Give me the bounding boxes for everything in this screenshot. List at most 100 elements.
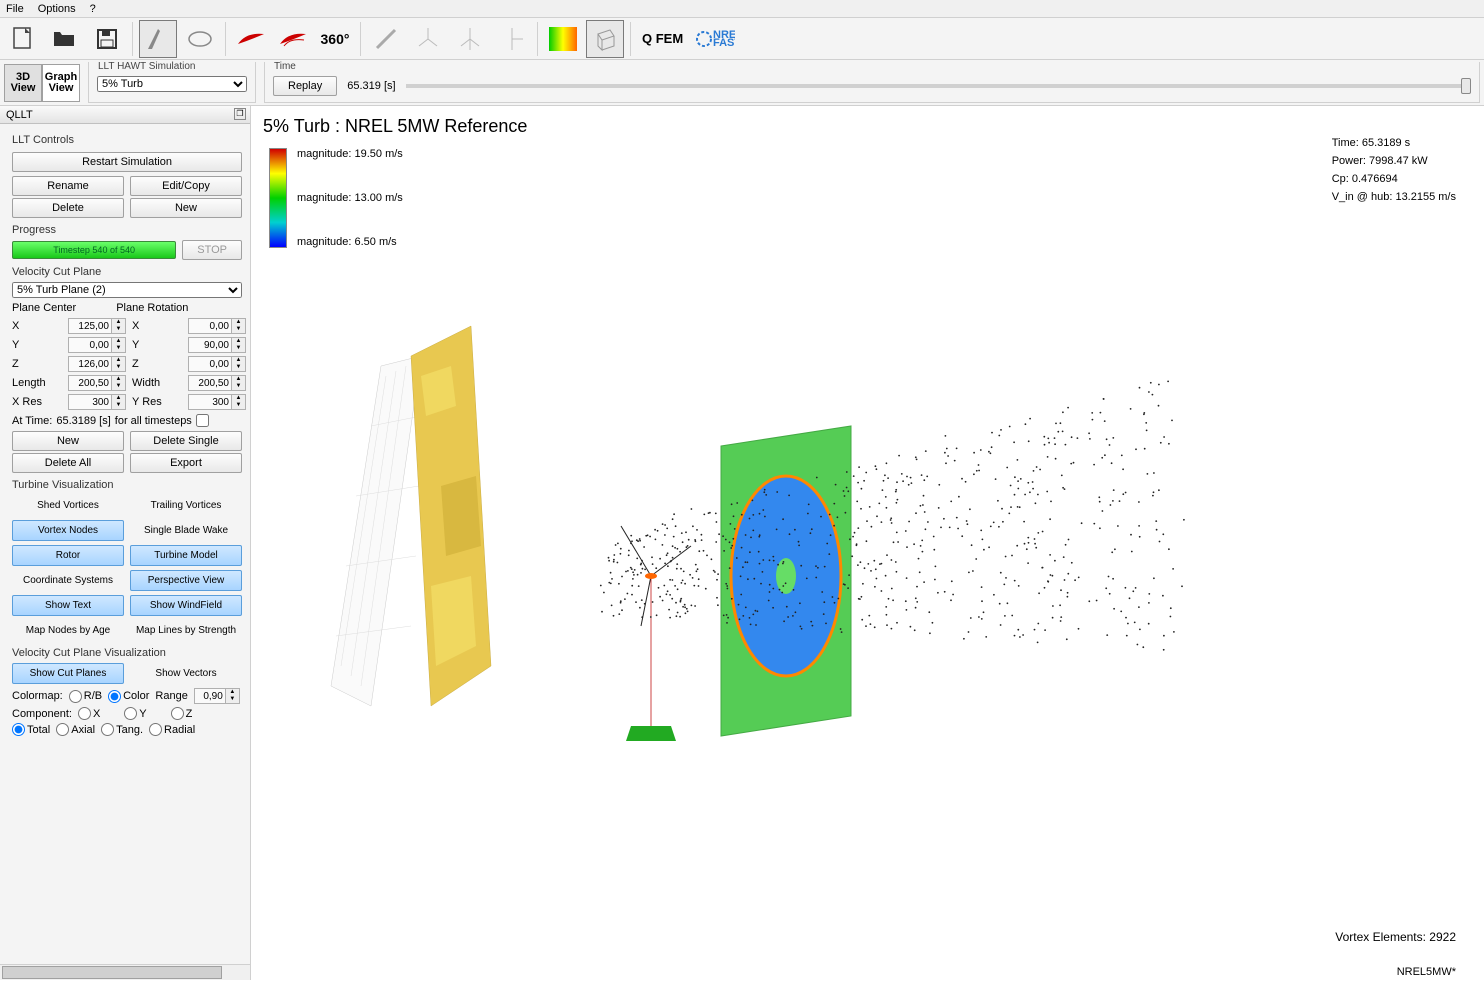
at-time-value: 65.3189 [s]: [56, 415, 110, 427]
nrel-fast-icon[interactable]: NRELFAST: [692, 20, 738, 58]
stop-button[interactable]: STOP: [182, 240, 242, 260]
component-label: Component:: [12, 708, 72, 720]
velocity-cut-plane-label: Velocity Cut Plane: [12, 266, 242, 278]
xres-input[interactable]: [68, 394, 112, 410]
magnitude-high: magnitude: 19.50 m/s: [297, 148, 403, 160]
rotor-toggle[interactable]: Rotor: [12, 545, 124, 566]
shed-vortices-toggle[interactable]: Shed Vortices: [12, 495, 124, 516]
map-lines-strength-toggle[interactable]: Map Lines by Strength: [130, 620, 242, 641]
polar-red-icon[interactable]: [232, 20, 270, 58]
time-slider[interactable]: [406, 84, 1471, 88]
blade-icon[interactable]: [139, 20, 177, 58]
save-icon[interactable]: [88, 20, 126, 58]
viewport-3d[interactable]: 5% Turb : NREL 5MW Reference magnitude: …: [251, 106, 1484, 980]
time-slider-thumb[interactable]: [1461, 78, 1471, 94]
turbine-a-icon[interactable]: [409, 20, 447, 58]
show-vectors-toggle[interactable]: Show Vectors: [130, 663, 242, 684]
colormap-label: Colormap:: [12, 690, 63, 702]
turbine-vis-label: Turbine Visualization: [12, 479, 242, 491]
delete-button[interactable]: Delete: [12, 198, 124, 218]
rot-z-input[interactable]: [188, 356, 232, 372]
restart-simulation-button[interactable]: Restart Simulation: [12, 152, 242, 172]
rot-x-input[interactable]: [188, 318, 232, 334]
turbine-model-toggle[interactable]: Turbine Model: [130, 545, 242, 566]
show-text-toggle[interactable]: Show Text: [12, 595, 124, 616]
component-y-radio[interactable]: [124, 707, 137, 720]
scene-3d: [291, 286, 1191, 786]
polar-red2-icon[interactable]: [274, 20, 312, 58]
view-graph-button[interactable]: GraphView: [42, 64, 80, 102]
menu-options[interactable]: Options: [38, 3, 76, 15]
plane-rotation-label: Plane Rotation: [116, 302, 188, 314]
color-gradient: [269, 148, 287, 248]
open-folder-icon[interactable]: [46, 20, 84, 58]
length-input[interactable]: [68, 375, 112, 391]
colormap-color-radio[interactable]: [108, 690, 121, 703]
component-tang-radio[interactable]: [101, 723, 114, 736]
rename-button[interactable]: Rename: [12, 176, 124, 196]
main-toolbar: 360° Q FEM NRELFAST: [0, 18, 1484, 60]
component-axial-radio[interactable]: [56, 723, 69, 736]
magnitude-low: magnitude: 6.50 m/s: [297, 236, 403, 248]
menu-file[interactable]: File: [6, 3, 24, 15]
colormap-rb-radio[interactable]: [69, 690, 82, 703]
dock-restore-icon[interactable]: ❐: [234, 108, 246, 120]
center-x-input[interactable]: [68, 318, 112, 334]
edit-copy-button[interactable]: Edit/Copy: [130, 176, 242, 196]
view-3d-button[interactable]: 3DView: [4, 64, 42, 102]
rotor-pencil-icon[interactable]: [367, 20, 405, 58]
new-button[interactable]: New: [130, 198, 242, 218]
coordinate-systems-toggle[interactable]: Coordinate Systems: [12, 570, 124, 591]
component-radial-radio[interactable]: [149, 723, 162, 736]
map-nodes-age-toggle[interactable]: Map Nodes by Age: [12, 620, 124, 641]
component-z-radio[interactable]: [171, 707, 184, 720]
simulation-select[interactable]: 5% Turb: [97, 76, 247, 92]
all-timesteps-checkbox[interactable]: [196, 414, 209, 427]
component-total-radio[interactable]: [12, 723, 25, 736]
simulation-group: LLT HAWT Simulation 5% Turb: [88, 62, 256, 103]
stat-time: Time: 65.3189 s: [1332, 134, 1456, 152]
plane-delete-all-button[interactable]: Delete All: [12, 453, 124, 473]
360-icon[interactable]: 360°: [316, 20, 354, 58]
width-input[interactable]: [188, 375, 232, 391]
menu-help[interactable]: ?: [90, 3, 96, 15]
plane-export-button[interactable]: Export: [130, 453, 242, 473]
progress-bar: Timestep 540 of 540: [12, 241, 176, 259]
show-cut-planes-toggle[interactable]: Show Cut Planes: [12, 663, 124, 684]
time-group-label: Time: [271, 61, 299, 72]
replay-button[interactable]: Replay: [273, 76, 337, 96]
vortex-count: Vortex Elements: 2922: [1335, 930, 1456, 944]
dock-scroll[interactable]: LLT Controls Restart Simulation Rename E…: [0, 124, 250, 964]
dock-hscroll[interactable]: [0, 964, 250, 980]
trailing-vortices-toggle[interactable]: Trailing Vortices: [130, 495, 242, 516]
range-input[interactable]: [194, 688, 226, 704]
stat-cp: Cp: 0.476694: [1332, 170, 1456, 188]
qllt-dock: QLLT ❐ LLT Controls Restart Simulation R…: [0, 106, 251, 980]
turbine-c-icon[interactable]: [493, 20, 531, 58]
menu-bar: File Options ?: [0, 0, 1484, 18]
center-z-input[interactable]: [68, 356, 112, 372]
cube-icon[interactable]: [586, 20, 624, 58]
component-x-radio[interactable]: [78, 707, 91, 720]
all-timesteps-label: for all timesteps: [115, 415, 192, 427]
airfoil-icon[interactable]: [181, 20, 219, 58]
color-legend: magnitude: 19.50 m/s magnitude: 13.00 m/…: [269, 148, 403, 248]
turbine-b-icon[interactable]: [451, 20, 489, 58]
single-blade-wake-toggle[interactable]: Single Blade Wake: [130, 520, 242, 541]
plane-center-label: Plane Center: [12, 302, 76, 314]
magnitude-mid: magnitude: 13.00 m/s: [297, 192, 403, 204]
stats-overlay: Time: 65.3189 s Power: 7998.47 kW Cp: 0.…: [1332, 134, 1456, 206]
heatmap-icon[interactable]: [544, 20, 582, 58]
show-windfield-toggle[interactable]: Show WindField: [130, 595, 242, 616]
cut-plane-select[interactable]: 5% Turb Plane (2): [12, 282, 242, 298]
yres-input[interactable]: [188, 394, 232, 410]
center-y-input[interactable]: [68, 337, 112, 353]
vortex-nodes-toggle[interactable]: Vortex Nodes: [12, 520, 124, 541]
progress-label: Progress: [12, 224, 242, 236]
plane-new-button[interactable]: New: [12, 431, 124, 451]
plane-delete-single-button[interactable]: Delete Single: [130, 431, 242, 451]
perspective-view-toggle[interactable]: Perspective View: [130, 570, 242, 591]
new-file-icon[interactable]: [4, 20, 42, 58]
qfem-icon[interactable]: Q FEM: [637, 20, 688, 58]
rot-y-input[interactable]: [188, 337, 232, 353]
